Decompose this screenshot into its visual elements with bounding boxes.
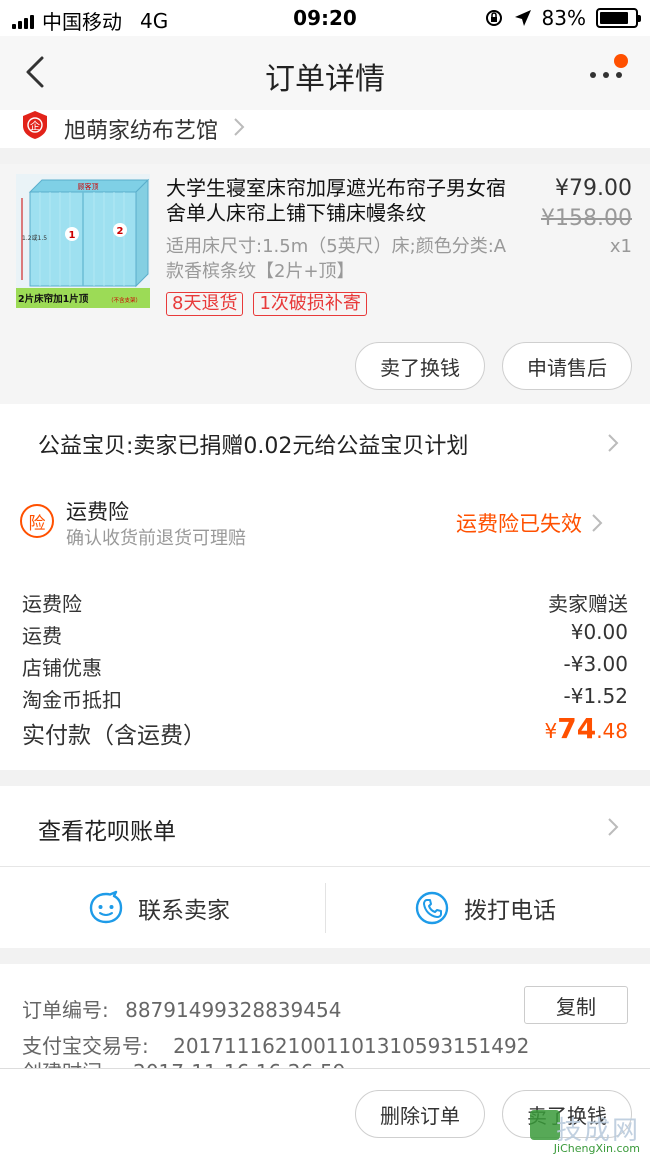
- chat-face-icon: [89, 890, 123, 924]
- fee-value: ¥0.00: [570, 620, 628, 644]
- product-sku: 适用床尺寸:1.5m（5英尺）床;颜色分类:A款香槟条纹【2片+顶】: [166, 236, 507, 282]
- battery-percent: 83%: [541, 6, 586, 30]
- nav-bar: 订单详情: [0, 36, 650, 110]
- battery-icon: [596, 8, 641, 28]
- image-panel-2: 2: [117, 226, 124, 237]
- fee-summary: 运费险 卖家赠送 运费 ¥0.00 店铺优惠 -¥3.00 淘金币抵扣 -¥1.…: [0, 566, 650, 770]
- tag-return: 8天退货: [166, 292, 244, 316]
- shop-badge-text: 企: [30, 120, 40, 133]
- paid-label: 实付款（含运费）: [22, 723, 206, 749]
- created-time-row: 创建时间: 2017-11-16 16:26:59: [22, 1056, 346, 1068]
- charity-text: 公益宝贝:卖家已捐赠0.02元给公益宝贝计划: [38, 434, 469, 459]
- location-arrow-icon: [514, 10, 531, 26]
- image-caption: 2片床帘加1片顶: [18, 293, 89, 305]
- sell-for-cash-button[interactable]: 卖了换钱: [355, 342, 485, 390]
- alipay-number-label: 支付宝交易号:: [22, 1034, 149, 1058]
- order-number-row: 订单编号: 88791499328839454: [22, 994, 341, 1023]
- notification-dot: [614, 54, 628, 68]
- phone-icon: [415, 891, 449, 925]
- tag-damage: 1次破损补寄: [253, 292, 367, 316]
- huabei-bill-row[interactable]: 查看花呗账单: [0, 786, 650, 866]
- charity-row[interactable]: 公益宝贝:卖家已捐赠0.02元给公益宝贝计划: [0, 404, 650, 482]
- paid-amount: ¥74.48: [544, 712, 628, 745]
- image-caption-note: （不含支架）: [108, 296, 141, 304]
- chevron-right-icon: [608, 434, 619, 452]
- fee-value: 卖家赠送: [548, 592, 628, 616]
- contact-bar: 联系卖家 拨打电话: [0, 866, 650, 948]
- product-image[interactable]: 顾客顶 1.2或1.5 1 2 2片床帘加1片顶 （不含支架）: [16, 174, 150, 308]
- insurance-status: 运费险已失效: [456, 512, 582, 536]
- more-dots-icon: [590, 72, 622, 78]
- order-number-label: 订单编号:: [22, 998, 109, 1022]
- after-sale-button[interactable]: 申请售后: [502, 342, 632, 390]
- fee-label: 运费险: [22, 592, 82, 616]
- insurance-icon: 险: [20, 504, 54, 538]
- more-button[interactable]: [588, 52, 632, 92]
- order-info: 订单编号: 88791499328839454 复制 支付宝交易号: 20171…: [0, 964, 650, 1068]
- insurance-title: 运费险: [66, 500, 129, 524]
- shop-badge-icon: 企: [23, 111, 47, 139]
- delete-order-button[interactable]: 删除订单: [355, 1090, 485, 1138]
- image-top-label: 顾客顶: [78, 182, 99, 191]
- paid-integer: 74: [557, 712, 597, 745]
- watermark-en: JiChengXin.com: [553, 1142, 640, 1155]
- copy-button[interactable]: 复制: [524, 986, 628, 1024]
- image-side-label: 1.2或1.5: [22, 234, 47, 242]
- shop-row[interactable]: 企 旭萌家纺布艺馆: [0, 110, 650, 148]
- divider: [325, 883, 326, 933]
- watermark: 技成网 JiChengXin.com: [528, 1110, 644, 1155]
- status-bar: 中国移动 4G 09:20 83%: [0, 0, 650, 36]
- created-time-label: 创建时间:: [22, 1060, 109, 1068]
- huabei-text: 查看花呗账单: [38, 819, 176, 845]
- page-title: 订单详情: [265, 62, 385, 97]
- contact-seller-button[interactable]: 联系卖家: [88, 867, 230, 949]
- chevron-right-icon: [234, 118, 245, 136]
- chevron-right-icon: [608, 818, 619, 836]
- paid-decimal: .48: [596, 719, 628, 743]
- order-number-value: 88791499328839454: [125, 998, 342, 1022]
- fee-value: -¥1.52: [563, 684, 628, 708]
- fee-row: 店铺优惠 -¥3.00: [22, 652, 628, 682]
- product-card[interactable]: 顾客顶 1.2或1.5 1 2 2片床帘加1片顶 （不含支架） 大学生寝室床帘加…: [0, 164, 650, 404]
- fee-label: 运费: [22, 624, 62, 648]
- call-phone-label: 拨打电话: [464, 898, 556, 924]
- product-price: ¥79.00: [555, 176, 632, 201]
- status-right: 83%: [484, 6, 641, 30]
- bottom-action-bar: 删除订单 卖了换钱 技成网 JiChengXin.com: [0, 1068, 650, 1156]
- alipay-number-row: 支付宝交易号: 2017111621001101310593151492: [22, 1030, 529, 1059]
- fee-row: 淘金币抵扣 -¥1.52: [22, 684, 628, 714]
- fee-row: 运费险 卖家赠送: [22, 588, 628, 618]
- insurance-subtitle: 确认收货前退货可理赔: [66, 528, 246, 549]
- shipping-insurance-row[interactable]: 险 运费险 确认收货前退货可理赔 运费险已失效: [0, 482, 650, 566]
- fee-label: 店铺优惠: [22, 656, 102, 680]
- contact-seller-label: 联系卖家: [138, 898, 230, 924]
- image-panel-1: 1: [69, 230, 76, 241]
- service-tags: 8天退货 1次破损补寄: [166, 292, 367, 316]
- fee-label: 淘金币抵扣: [22, 688, 122, 712]
- call-phone-button[interactable]: 拨打电话: [414, 867, 556, 949]
- chevron-right-icon: [592, 514, 603, 532]
- rotation-lock-icon: [485, 10, 502, 26]
- alipay-number-value: 2017111621001101310593151492: [173, 1034, 530, 1058]
- product-title[interactable]: 大学生寝室床帘加厚遮光布帘子男女宿舍单人床帘上铺下铺床幔条纹: [166, 176, 516, 226]
- product-quantity: x1: [609, 236, 632, 257]
- paid-currency: ¥: [544, 719, 558, 743]
- fee-value: -¥3.00: [563, 652, 628, 676]
- product-image-drawing: 顾客顶 1.2或1.5 1 2 2片床帘加1片顶 （不含支架）: [16, 174, 150, 308]
- created-time-value: 2017-11-16 16:26:59: [133, 1060, 345, 1068]
- product-original-price: ¥158.00: [541, 206, 632, 231]
- fee-row: 运费 ¥0.00: [22, 620, 628, 650]
- shop-name: 旭萌家纺布艺馆: [64, 119, 219, 144]
